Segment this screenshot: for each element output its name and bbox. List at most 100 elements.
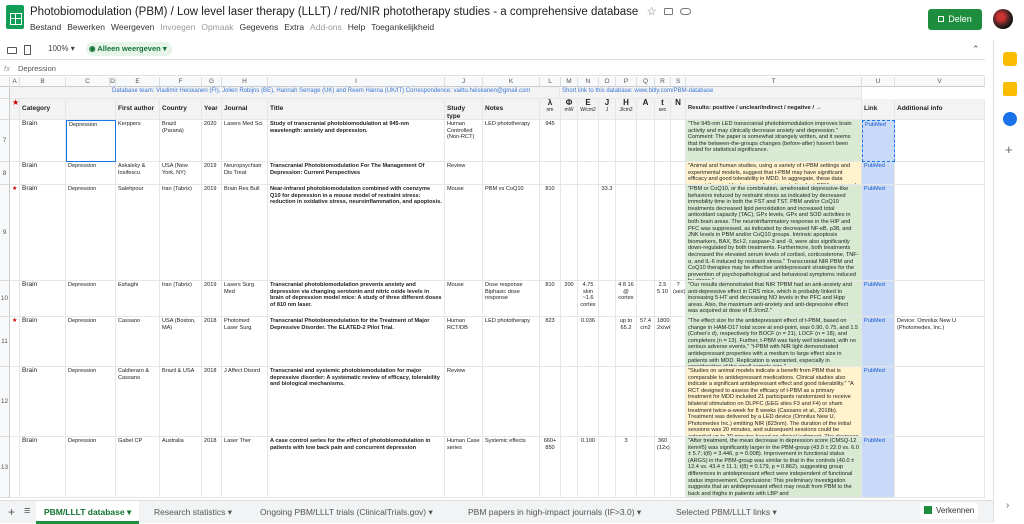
cell-H[interactable]: up to 65.2 xyxy=(616,317,637,367)
menu-item-toegankelijkheid[interactable]: Toegankelijkheid xyxy=(371,22,434,32)
menu-item-weergeven[interactable]: Weergeven xyxy=(111,22,154,32)
param-header-e[interactable]: E W/cm2 xyxy=(578,99,599,120)
cell-cat[interactable]: Brain xyxy=(20,120,66,162)
row-number[interactable]: 11 xyxy=(0,317,10,367)
row-number[interactable]: 13 xyxy=(0,437,10,498)
result-cell[interactable]: "After treatment, the mean decrease in d… xyxy=(686,437,862,498)
keep-icon[interactable] xyxy=(1003,82,1017,96)
column-header[interactable]: T xyxy=(686,77,862,87)
cell-author[interactable]: Cassano xyxy=(116,317,160,367)
cell-notes[interactable]: PBM vs CoQ10 xyxy=(483,185,540,281)
cell-A[interactable]: 57.4 cm2 xyxy=(637,317,655,367)
param-header-n[interactable]: N xyxy=(671,99,686,120)
column-header[interactable]: O xyxy=(599,77,616,87)
sheet-tab[interactable]: Selected PBM/LLLT links ▾ xyxy=(668,501,785,524)
country-header[interactable]: Country xyxy=(160,99,202,120)
move-folder-icon[interactable] xyxy=(664,8,674,15)
cell-author[interactable]: Askalsky & Iosifescu xyxy=(116,162,160,185)
cell-H[interactable] xyxy=(616,162,637,185)
explore-button[interactable]: Verkennen xyxy=(920,503,978,519)
row-flag-cell[interactable]: ★ xyxy=(10,317,20,367)
cell-E[interactable]: 4.75 skin ~1.6 cortex xyxy=(578,281,599,317)
corner-cell[interactable] xyxy=(0,77,10,87)
cell-cat[interactable]: Brain xyxy=(20,162,66,185)
column-header[interactable]: J xyxy=(445,77,483,87)
cell-J[interactable] xyxy=(599,317,616,367)
cell-country[interactable]: Iran (Tabriz) xyxy=(160,185,202,281)
column-header[interactable]: A xyxy=(10,77,20,87)
cell-H[interactable]: 4 8 16 @ cortex xyxy=(616,281,637,317)
result-cell[interactable]: "The 945-nm LED transcranial photobiomod… xyxy=(686,120,862,162)
cell-notes[interactable]: Dose response Biphasic dose response xyxy=(483,281,540,317)
cell-title[interactable]: Study of transcranial photobiomodulation… xyxy=(268,120,445,162)
avatar[interactable] xyxy=(993,9,1013,29)
column-header[interactable]: K xyxy=(483,77,540,87)
cell-title[interactable]: Transcranial Photobiomodulation for the … xyxy=(268,317,445,367)
paint-format-icon[interactable] xyxy=(24,45,31,55)
cell-notes[interactable] xyxy=(483,367,540,437)
row-flag-cell[interactable] xyxy=(10,281,20,317)
cell-H[interactable] xyxy=(616,185,637,281)
cell-N[interactable] xyxy=(671,437,686,498)
column-header[interactable]: V xyxy=(895,77,985,87)
cell-N[interactable]: ?(sex) xyxy=(671,281,686,317)
cell-cat[interactable]: Brain xyxy=(20,367,66,437)
result-cell[interactable]: "Animal and human studies, using a varie… xyxy=(686,162,862,185)
row-flag-cell[interactable]: ★ xyxy=(10,185,20,281)
pubmed-link[interactable]: PubMed xyxy=(862,120,895,162)
cell-t[interactable] xyxy=(655,120,671,162)
menu-item-add-ons[interactable]: Add-ons xyxy=(310,22,342,32)
result-cell[interactable]: "The effect size for the antidepressant … xyxy=(686,317,862,367)
row-flag-cell[interactable] xyxy=(10,367,20,437)
param-header-lambda[interactable]: λ nm xyxy=(540,99,561,120)
cell-country[interactable]: Australia xyxy=(160,437,202,498)
cell-sub[interactable]: Depression xyxy=(66,281,116,317)
collapse-toolbar-icon[interactable]: ⌃ xyxy=(972,44,980,55)
sheets-logo-icon[interactable] xyxy=(6,5,24,29)
cell-sub[interactable]: Depression xyxy=(66,437,116,498)
cell-title[interactable]: A case control series for the effect of … xyxy=(268,437,445,498)
zoom-select[interactable]: 100% ▾ xyxy=(48,44,75,53)
cell-notes[interactable] xyxy=(483,162,540,185)
row-header[interactable] xyxy=(0,99,10,120)
pubmed-link[interactable]: PubMed xyxy=(862,281,895,317)
row-header[interactable] xyxy=(0,87,10,99)
link-header[interactable]: Link xyxy=(862,99,895,120)
cell-year[interactable]: 2020 xyxy=(202,120,222,162)
row-number[interactable]: 12 xyxy=(0,367,10,437)
chevron-down-icon[interactable]: ▾ xyxy=(426,507,432,517)
row-number[interactable]: 7 xyxy=(0,120,10,162)
share-button[interactable]: Delen xyxy=(928,9,982,30)
cell-type[interactable]: Human RCT/DB xyxy=(445,317,483,367)
column-header[interactable]: E xyxy=(116,77,160,87)
view-only-badge[interactable]: ◉ Alleen weergeven ▾ xyxy=(86,42,172,56)
cell-notes[interactable]: Systemic effects xyxy=(483,437,540,498)
column-header[interactable]: R xyxy=(655,77,671,87)
cell-journal[interactable]: Photomed Laser Surg xyxy=(222,317,268,367)
cell-lambda[interactable] xyxy=(540,162,561,185)
chevron-down-icon[interactable]: ▾ xyxy=(125,507,131,517)
cell-t[interactable]: 360 (12x) xyxy=(655,437,671,498)
cell-E[interactable] xyxy=(578,162,599,185)
row-number[interactable]: 10 xyxy=(0,281,10,317)
column-header[interactable]: U xyxy=(862,77,895,87)
menu-item-extra[interactable]: Extra xyxy=(284,22,304,32)
add-sheet-icon[interactable]: + xyxy=(8,505,15,519)
cell-year[interactable]: 2018 xyxy=(202,367,222,437)
cell-sub[interactable]: Depression xyxy=(66,317,116,367)
cell-notes[interactable]: LED phototherapy xyxy=(483,317,540,367)
cell-title[interactable]: Transcranial and systemic photobiomodula… xyxy=(268,367,445,437)
result-cell[interactable]: "Studies on animal models indicate a ben… xyxy=(686,367,862,437)
cell-year[interactable]: 2018 xyxy=(202,437,222,498)
param-header-t[interactable]: t sec xyxy=(655,99,671,120)
cell-type[interactable]: Human Controlled (Non-RCT) xyxy=(445,120,483,162)
cell-author[interactable]: Kerppers xyxy=(116,120,160,162)
cell-lambda[interactable] xyxy=(540,367,561,437)
cell-A[interactable] xyxy=(637,185,655,281)
title-header[interactable]: Title xyxy=(268,99,445,120)
cell-country[interactable]: Iran (Tabriz) xyxy=(160,281,202,317)
column-header[interactable]: P xyxy=(616,77,637,87)
result-cell[interactable]: "Our results demonstrated that NIR TPBM … xyxy=(686,281,862,317)
cell-sub[interactable]: Depression xyxy=(66,120,116,162)
all-sheets-icon[interactable]: ≡ xyxy=(24,505,30,517)
